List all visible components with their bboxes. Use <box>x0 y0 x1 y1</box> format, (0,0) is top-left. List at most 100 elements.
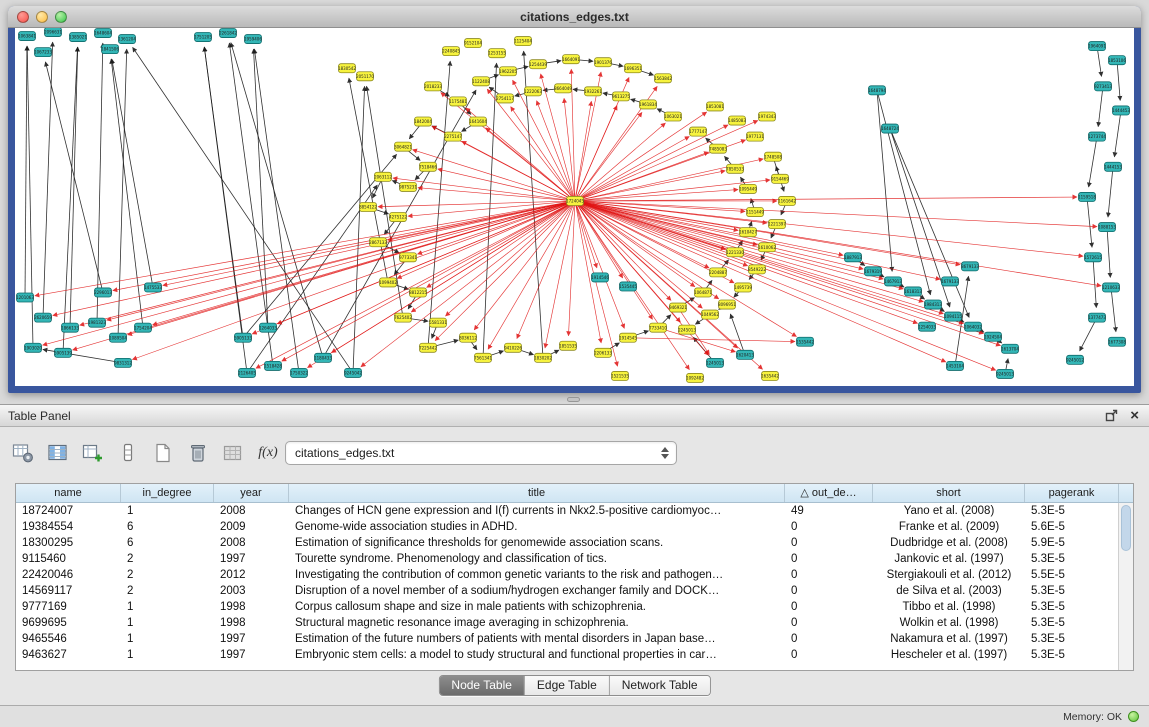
graph-node[interactable]: 1063021 <box>664 112 682 121</box>
rows-icon[interactable] <box>115 440 141 466</box>
graph-node[interactable]: 1866133 <box>61 323 79 332</box>
graph-node[interactable]: 1049562 <box>701 310 719 319</box>
graph-node[interactable]: 1122408 <box>472 77 490 86</box>
graph-node[interactable]: 1095449 <box>739 184 757 193</box>
graph-node[interactable]: 1535445 <box>619 282 637 291</box>
graph-node[interactable]: 9245042 <box>344 368 362 377</box>
graph-node[interactable]: 9773341 <box>399 253 417 262</box>
import-table-icon[interactable] <box>220 440 246 466</box>
graph-node[interactable]: 9410226 <box>504 343 522 352</box>
graph-node[interactable]: 9875231 <box>399 182 417 191</box>
graph-node[interactable]: 1851535 <box>559 341 577 350</box>
graph-node[interactable]: 1125404 <box>514 37 532 46</box>
graph-node[interactable]: 1175481 <box>449 97 467 106</box>
table-row[interactable]: 1456911722003Disruption of a novel membe… <box>16 583 1133 599</box>
graph-node[interactable]: 1535442 <box>796 337 814 346</box>
graph-node[interactable]: 1453104 <box>946 361 964 370</box>
graph-node[interactable]: 1679133 <box>941 277 959 286</box>
memory-status-indicator[interactable] <box>1128 711 1139 722</box>
graph-node[interactable]: 1067233 <box>34 48 52 57</box>
graph-node[interactable]: 1620413 <box>736 350 754 359</box>
graph-node[interactable]: 1159518 <box>1078 192 1096 201</box>
graph-node[interactable]: 2867133 <box>369 238 387 247</box>
graph-node[interactable]: 9831312 <box>114 358 132 367</box>
graph-node[interactable]: 4275122 <box>389 213 407 222</box>
tab-node-table[interactable]: Node Table <box>439 676 525 695</box>
graph-node[interactable]: 9613275 <box>612 92 630 101</box>
graph-node[interactable]: 1696351 <box>624 64 642 73</box>
graph-node[interactable]: 8096951 <box>718 300 736 309</box>
graph-node[interactable]: 1475533 <box>144 283 162 292</box>
graph-node[interactable]: 1679319 <box>864 267 882 276</box>
delete-table-icon[interactable] <box>185 440 211 466</box>
graph-node[interactable]: 8664049 <box>554 84 572 93</box>
panel-resize-handle[interactable] <box>567 397 580 402</box>
graph-node[interactable]: 1064032 <box>964 322 982 331</box>
graph-node[interactable]: 1648724 <box>881 124 899 133</box>
graph-node[interactable]: 2126405 <box>238 368 256 377</box>
graph-node[interactable]: 2096631 <box>44 28 62 37</box>
graph-node[interactable]: 8812215 <box>409 288 427 297</box>
graph-node[interactable]: 1385021 <box>69 33 87 42</box>
graph-node[interactable]: 1750322 <box>290 368 308 377</box>
table-selector-dropdown[interactable]: citations_edges.txt <box>285 441 677 465</box>
graph-node[interactable]: 1253155 <box>488 49 506 58</box>
graph-node[interactable]: 2296013 <box>94 288 112 297</box>
graph-node[interactable]: 1751205 <box>194 33 212 42</box>
graph-node[interactable]: 9245013 <box>996 369 1014 378</box>
graph-node[interactable]: 1092482 <box>686 373 704 382</box>
graph-node[interactable]: 9245012 <box>1066 355 1084 364</box>
column-header-out_de[interactable]: △ out_de… <box>785 484 873 502</box>
graph-node[interactable]: 5905133 <box>234 333 252 342</box>
graph-node[interactable]: 1201063 <box>16 293 34 302</box>
graph-node[interactable]: 1610427 <box>739 228 757 237</box>
graph-node[interactable]: 2063112 <box>374 172 392 181</box>
graph-node[interactable]: 1959406 <box>244 35 262 44</box>
graph-node[interactable]: 1981323 <box>88 318 106 327</box>
graph-node[interactable]: 1830202 <box>534 353 552 362</box>
graph-node[interactable]: 1377473 <box>1088 313 1106 322</box>
graph-node[interactable]: 1962205 <box>499 67 517 76</box>
graph-node[interactable]: 7625402 <box>394 313 412 322</box>
table-row[interactable]: 969969511998Structural magnetic resonanc… <box>16 615 1133 631</box>
graph-node[interactable]: 1088153 <box>1098 223 1116 232</box>
graph-node[interactable]: 1210633 <box>1102 283 1120 292</box>
table-row[interactable]: 1938455462009Genome-wide association stu… <box>16 519 1133 535</box>
graph-node[interactable]: 1245013 <box>706 358 724 367</box>
graph-node[interactable]: 2051170 <box>356 72 374 81</box>
column-header-pagerank[interactable]: pagerank <box>1025 484 1119 502</box>
graph-node[interactable]: 1221397 <box>768 220 786 229</box>
graph-node[interactable]: 1914546 <box>591 273 609 282</box>
graph-node[interactable]: 2245013 <box>678 325 696 334</box>
graph-node[interactable]: 5581331 <box>429 318 447 327</box>
graph-node[interactable]: 5905139 <box>54 348 72 357</box>
graph-node[interactable]: 1853081 <box>706 102 724 111</box>
graph-node[interactable]: 1903020 <box>24 343 42 352</box>
graph-node[interactable]: 7733410 <box>649 323 667 332</box>
tab-network-table[interactable]: Network Table <box>610 676 710 695</box>
graph-node[interactable]: 2261842 <box>219 29 237 38</box>
graph-node[interactable]: 1974343 <box>758 112 776 121</box>
graph-node[interactable]: 1677308 <box>1108 337 1126 346</box>
close-panel-icon[interactable]: × <box>1130 409 1139 423</box>
graph-node[interactable]: 7485083 <box>709 144 727 153</box>
graph-node[interactable]: 1664091 <box>562 55 580 64</box>
graph-node[interactable]: 1984313 <box>924 300 942 309</box>
graph-node[interactable]: 1521535 <box>611 371 629 380</box>
graph-node[interactable]: 1254439 <box>529 60 547 69</box>
graph-node[interactable]: 1842004 <box>414 117 432 126</box>
graph-node[interactable]: 1754204 <box>134 323 152 332</box>
function-builder-icon[interactable]: f(x) <box>255 440 281 466</box>
show-columns-icon[interactable] <box>45 440 71 466</box>
graph-node[interactable]: 1635442 <box>761 371 779 380</box>
graph-node[interactable]: 1964091 <box>1088 42 1106 51</box>
minimize-window-button[interactable] <box>36 11 48 23</box>
graph-node[interactable]: 1161642 <box>778 196 796 205</box>
network-canvas[interactable]: 1724045201823311754811641604227514718420… <box>15 28 1134 386</box>
graph-node[interactable]: 1648794 <box>868 86 886 95</box>
table-row[interactable]: 946362711997Embryonic stem cells: a mode… <box>16 647 1133 663</box>
graph-node[interactable]: 1724045 <box>566 196 584 205</box>
graph-node[interactable]: 1924504 <box>984 332 1002 341</box>
graph-node[interactable]: 2620659 <box>34 313 52 322</box>
tab-edge-table[interactable]: Edge Table <box>525 676 610 695</box>
